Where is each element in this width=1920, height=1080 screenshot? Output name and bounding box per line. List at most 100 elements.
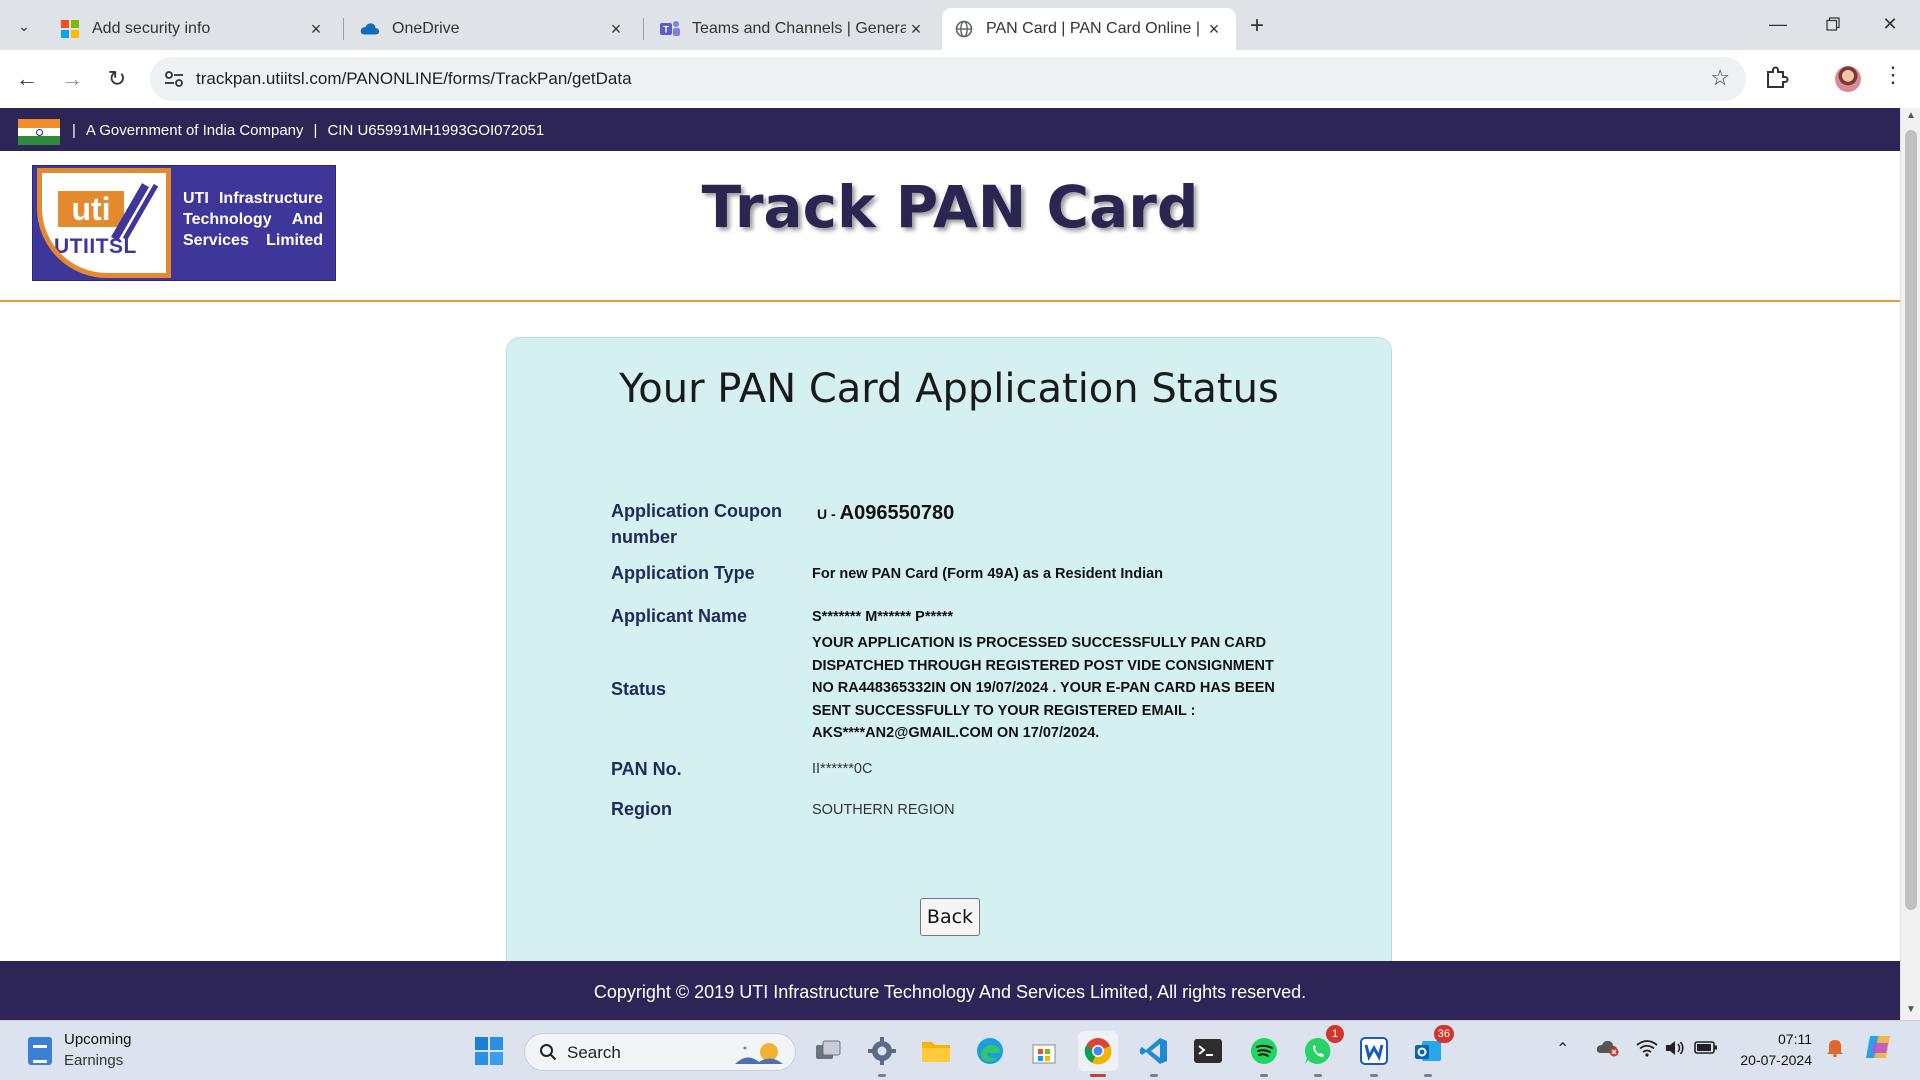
start-windows-icon[interactable] <box>469 1031 509 1071</box>
close-tab-icon[interactable]: × <box>306 19 326 39</box>
wifi-icon[interactable] <box>1636 1039 1658 1062</box>
restore-window-button[interactable] <box>1811 8 1855 40</box>
tab-add-security-info[interactable]: Add security info × <box>48 8 338 50</box>
separator: | <box>72 122 76 139</box>
web-page: | A Government of India Company | CIN U6599… <box>0 108 1900 1020</box>
region-label: Region <box>611 799 672 819</box>
page-footer: Copyright © 2019 UTI Infrastructure Tech… <box>0 961 1900 1020</box>
onedrive-error-icon[interactable] <box>1596 1039 1620 1062</box>
back-arrow-icon[interactable]: ← <box>10 62 44 96</box>
notification-bell-icon[interactable] <box>1826 1037 1844 1062</box>
word-icon[interactable] <box>1354 1031 1394 1077</box>
whatsapp-icon[interactable]: 1 <box>1298 1025 1344 1077</box>
restore-icon <box>1826 17 1840 31</box>
active-indicator <box>1090 1074 1106 1077</box>
forward-arrow-icon[interactable]: → <box>55 62 89 96</box>
task-view-icon[interactable] <box>808 1031 848 1071</box>
coupon-prefix: U - <box>817 506 836 522</box>
tab-title: PAN Card | PAN Card Online | P <box>986 20 1204 37</box>
outlook-icon[interactable]: 36 <box>1408 1025 1454 1077</box>
windows-taskbar: Upcoming Earnings Search 1 36 ⌃ 07:11 20… <box>0 1020 1920 1080</box>
volume-icon[interactable] <box>1664 1039 1686 1062</box>
earnings-widget-icon <box>28 1037 52 1065</box>
cin-number: CIN U65991MH1993GOI072051 <box>327 122 545 139</box>
running-indicator <box>1150 1074 1158 1077</box>
new-tab-button[interactable]: + <box>1243 12 1271 40</box>
microsoft-logo-icon <box>60 19 80 39</box>
search-icon <box>540 1044 557 1061</box>
battery-icon[interactable] <box>1694 1039 1718 1060</box>
application-type-label: Application Type <box>611 563 755 583</box>
teams-icon: T <box>660 19 680 39</box>
pan-number-label: PAN No. <box>611 759 682 779</box>
browser-tab-strip: ⌄ Add security info × OneDrive × T Teams… <box>0 0 1920 50</box>
tab-onedrive[interactable]: OneDrive × <box>348 8 638 50</box>
url-text: trackpan.utiitsl.com/PANONLINE/forms/Tra… <box>196 69 632 88</box>
tab-title: OneDrive <box>392 20 460 37</box>
search-highlight-icon <box>735 1043 783 1064</box>
reload-icon[interactable]: ↻ <box>100 62 134 96</box>
close-tab-icon[interactable]: × <box>606 19 626 39</box>
applicant-name-label: Applicant Name <box>611 606 748 626</box>
widgets-button[interactable]: Upcoming Earnings <box>24 1031 194 1073</box>
back-button[interactable]: Back <box>920 898 980 936</box>
tab-separator <box>343 18 344 40</box>
status-value: YOUR APPLICATION IS PROCESSED SUCCESSFUL… <box>812 635 1275 741</box>
india-flag-icon <box>18 119 60 145</box>
running-indicator <box>1314 1074 1322 1077</box>
clock-time: 07:11 <box>1778 1031 1812 1047</box>
chrome-icon[interactable] <box>1078 1031 1118 1077</box>
svg-text:T: T <box>663 25 669 35</box>
minimize-window-button[interactable]: — <box>1756 8 1800 40</box>
more-menu-icon[interactable]: ⋮ <box>1882 62 1904 88</box>
microsoft-store-icon[interactable] <box>1024 1031 1064 1071</box>
onedrive-cloud-icon <box>360 19 380 39</box>
running-indicator <box>1260 1074 1268 1077</box>
show-hidden-icons-chevron-icon[interactable]: ⌃ <box>1556 1039 1569 1059</box>
scrollbar-thumb[interactable] <box>1905 130 1917 910</box>
close-window-button[interactable]: ✕ <box>1868 8 1912 40</box>
tab-separator <box>643 18 644 40</box>
vscode-icon[interactable] <box>1134 1031 1174 1077</box>
tab-search-chevron-icon[interactable]: ⌄ <box>10 12 38 40</box>
running-indicator <box>1424 1074 1432 1077</box>
widget-subtitle: Earnings <box>64 1052 124 1069</box>
scroll-up-arrow-icon[interactable]: ▲ <box>1905 110 1917 121</box>
address-bar[interactable]: trackpan.utiitsl.com/PANONLINE/forms/Tra… <box>150 57 1746 101</box>
copilot-icon[interactable] <box>1864 1033 1894 1066</box>
coupon-number-value: U - A096550780 <box>817 502 954 526</box>
spotify-icon[interactable] <box>1244 1031 1284 1077</box>
close-tab-icon[interactable]: × <box>906 19 926 39</box>
application-type-value: For new PAN Card (Form 49A) as a Residen… <box>812 566 1164 582</box>
clock-date: 20-07-2024 <box>1740 1052 1812 1068</box>
running-indicator <box>878 1074 886 1077</box>
edge-browser-icon[interactable] <box>970 1031 1010 1071</box>
settings-gear-icon[interactable] <box>862 1031 902 1077</box>
page-scrollbar[interactable]: ▲ ▼ <box>1900 108 1920 1020</box>
file-explorer-icon[interactable] <box>916 1031 956 1071</box>
system-clock[interactable]: 07:11 20-07-2024 <box>1728 1029 1812 1071</box>
tab-title: Teams and Channels | General | <box>692 20 906 37</box>
applicant-name-value: S******* M****** P***** <box>812 609 954 625</box>
site-header: uti UTIITSL UTI Infrastructure Technolog… <box>0 151 1900 302</box>
close-tab-icon[interactable]: × <box>1204 19 1224 39</box>
tab-pan-card[interactable]: PAN Card | PAN Card Online | P × <box>942 8 1236 50</box>
taskbar-search-input[interactable]: Search <box>524 1033 796 1071</box>
government-info-text: | A Government of India Company | CIN U6599… <box>72 122 544 139</box>
profile-avatar[interactable] <box>1835 66 1861 92</box>
terminal-icon[interactable] <box>1188 1031 1228 1071</box>
outlook-notification-badge: 36 <box>1433 1025 1454 1043</box>
globe-icon <box>954 19 974 39</box>
bookmark-star-icon[interactable]: ☆ <box>1710 65 1730 91</box>
running-indicator <box>1370 1074 1378 1077</box>
coupon-number: A096550780 <box>839 502 955 524</box>
scroll-down-arrow-icon[interactable]: ▼ <box>1905 1004 1917 1015</box>
site-info-icon[interactable] <box>162 67 186 91</box>
whatsapp-notification-badge: 1 <box>1326 1025 1344 1043</box>
status-label: Status <box>611 679 667 699</box>
government-info-bar: | A Government of India Company | CIN U6599… <box>0 108 1900 151</box>
region-value: SOUTHERN REGION <box>812 802 955 818</box>
extensions-puzzle-icon[interactable] <box>1764 64 1794 94</box>
tab-teams[interactable]: T Teams and Channels | General | × <box>648 8 938 50</box>
status-card-heading: Your PAN Card Application Status <box>619 366 1279 412</box>
